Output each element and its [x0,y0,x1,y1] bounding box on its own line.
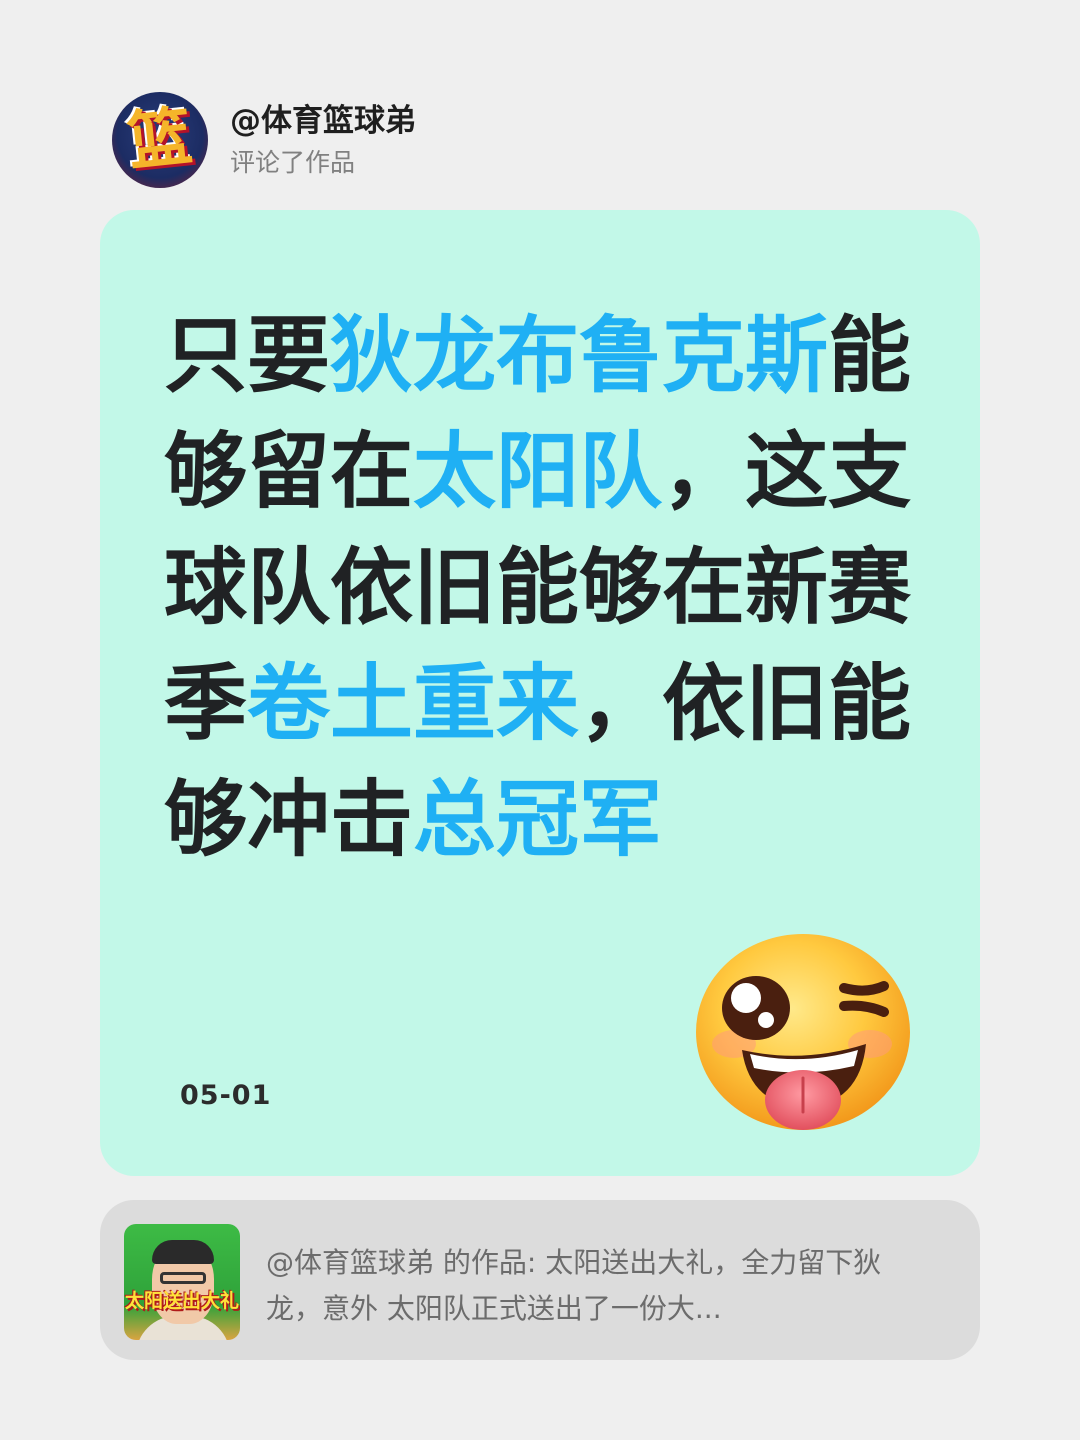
action-label: 评论了作品 [230,148,356,177]
comment-phrase: 只要 [164,307,330,404]
username[interactable]: @体育篮球弟 [230,101,416,141]
highlighted-phrase: 狄龙布鲁克斯 [330,307,828,404]
comment-text: 只要狄龙布鲁克斯能够留在太阳队，这支球队依旧能够在新赛季卷土重来，依旧能够冲击总… [164,298,924,878]
reference-text[interactable]: @体育篮球弟 的作品: 太阳送出大礼，全力留下狄龙，意外 太阳队正式送出了一份大… [266,1240,936,1332]
thumbnail-caption: 太阳送出大礼 [124,1290,239,1312]
thumbnail-person-hair [152,1240,214,1264]
header-text: @体育篮球弟 评论了作品 [230,101,416,179]
highlighted-phrase: 卷土重来 [247,655,579,752]
video-thumbnail[interactable]: 太阳送出大礼 [124,1224,240,1340]
comment-date: 05-01 [180,1080,272,1111]
reference-work-bar[interactable]: 太阳送出大礼 @体育篮球弟 的作品: 太阳送出大礼，全力留下狄龙，意外 太阳队正… [100,1200,980,1360]
highlighted-phrase: 总冠军 [413,771,662,868]
thumbnail-glasses [160,1272,206,1284]
highlighted-phrase: 太阳队 [413,423,662,520]
avatar-logo: 篮 [124,99,196,181]
comment-card: 只要狄龙布鲁克斯能够留在太阳队，这支球队依旧能够在新赛季卷土重来，依旧能够冲击总… [100,210,980,1176]
comment-header: 篮 @体育篮球弟 评论了作品 [112,92,416,188]
winking-tongue-emoji-icon [696,934,910,1130]
comment-share-page: 篮 @体育篮球弟 评论了作品 只要狄龙布鲁克斯能够留在太阳队，这支球队依旧能够在… [0,0,1080,1440]
avatar[interactable]: 篮 [112,92,208,188]
